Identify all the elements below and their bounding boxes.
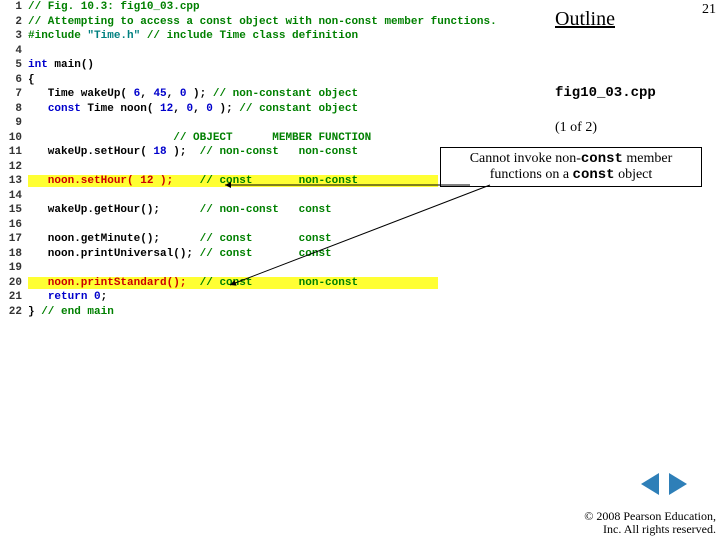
code-text: return 0;	[28, 291, 440, 303]
line-number: 14	[0, 190, 28, 202]
line-number: 7	[0, 88, 28, 100]
code-text: noon.setHour( 12 ); // const non-const	[28, 175, 440, 187]
copyright-text: © 2008 Pearson Education, Inc. All right…	[584, 510, 716, 536]
line-number: 1	[0, 1, 28, 13]
code-text: noon.getMinute(); // const const	[28, 233, 440, 245]
code-text: {	[28, 74, 440, 86]
line-number: 3	[0, 30, 28, 42]
line-number: 22	[0, 306, 28, 318]
code-text: noon.printStandard(); // const non-const	[28, 277, 440, 289]
line-number: 18	[0, 248, 28, 260]
line-number: 21	[0, 291, 28, 303]
annotation-callout: Cannot invoke non-const member functions…	[440, 147, 702, 187]
code-listing: 1// Fig. 10.3: fig10_03.cpp 2// Attempti…	[0, 0, 440, 319]
slide-number: 21	[702, 2, 716, 18]
next-slide-button[interactable]	[669, 473, 687, 495]
prev-slide-button[interactable]	[641, 473, 659, 495]
slide-nav	[638, 473, 690, 500]
line-number: 17	[0, 233, 28, 245]
outline-heading: Outline	[555, 8, 615, 31]
line-number: 4	[0, 45, 28, 57]
code-text: #include "Time.h" // include Time class …	[28, 30, 440, 42]
line-number: 9	[0, 117, 28, 129]
line-number: 12	[0, 161, 28, 173]
line-number: 10	[0, 132, 28, 144]
code-text: const Time noon( 12, 0, 0 ); // constant…	[28, 103, 440, 115]
code-text: // Attempting to access a const object w…	[28, 16, 497, 28]
line-number: 11	[0, 146, 28, 158]
line-number: 6	[0, 74, 28, 86]
code-text: // Fig. 10.3: fig10_03.cpp	[28, 1, 440, 13]
code-text: noon.printUniversal(); // const const	[28, 248, 440, 260]
code-text: // OBJECT MEMBER FUNCTION	[28, 132, 440, 144]
line-number: 2	[0, 16, 28, 28]
line-number: 8	[0, 103, 28, 115]
line-number: 5	[0, 59, 28, 71]
code-text: wakeUp.getHour(); // non-const const	[28, 204, 440, 216]
code-text: Time wakeUp( 6, 45, 0 ); // non-constant…	[28, 88, 440, 100]
line-number: 19	[0, 262, 28, 274]
part-label: (1 of 2)	[555, 120, 597, 136]
filename-label: fig10_03.cpp	[555, 85, 656, 101]
code-text: wakeUp.setHour( 18 ); // non-const non-c…	[28, 146, 440, 158]
line-number: 20	[0, 277, 28, 289]
code-text: int main()	[28, 59, 440, 71]
code-text: } // end main	[28, 306, 440, 318]
line-number: 16	[0, 219, 28, 231]
line-number: 13	[0, 175, 28, 187]
line-number: 15	[0, 204, 28, 216]
